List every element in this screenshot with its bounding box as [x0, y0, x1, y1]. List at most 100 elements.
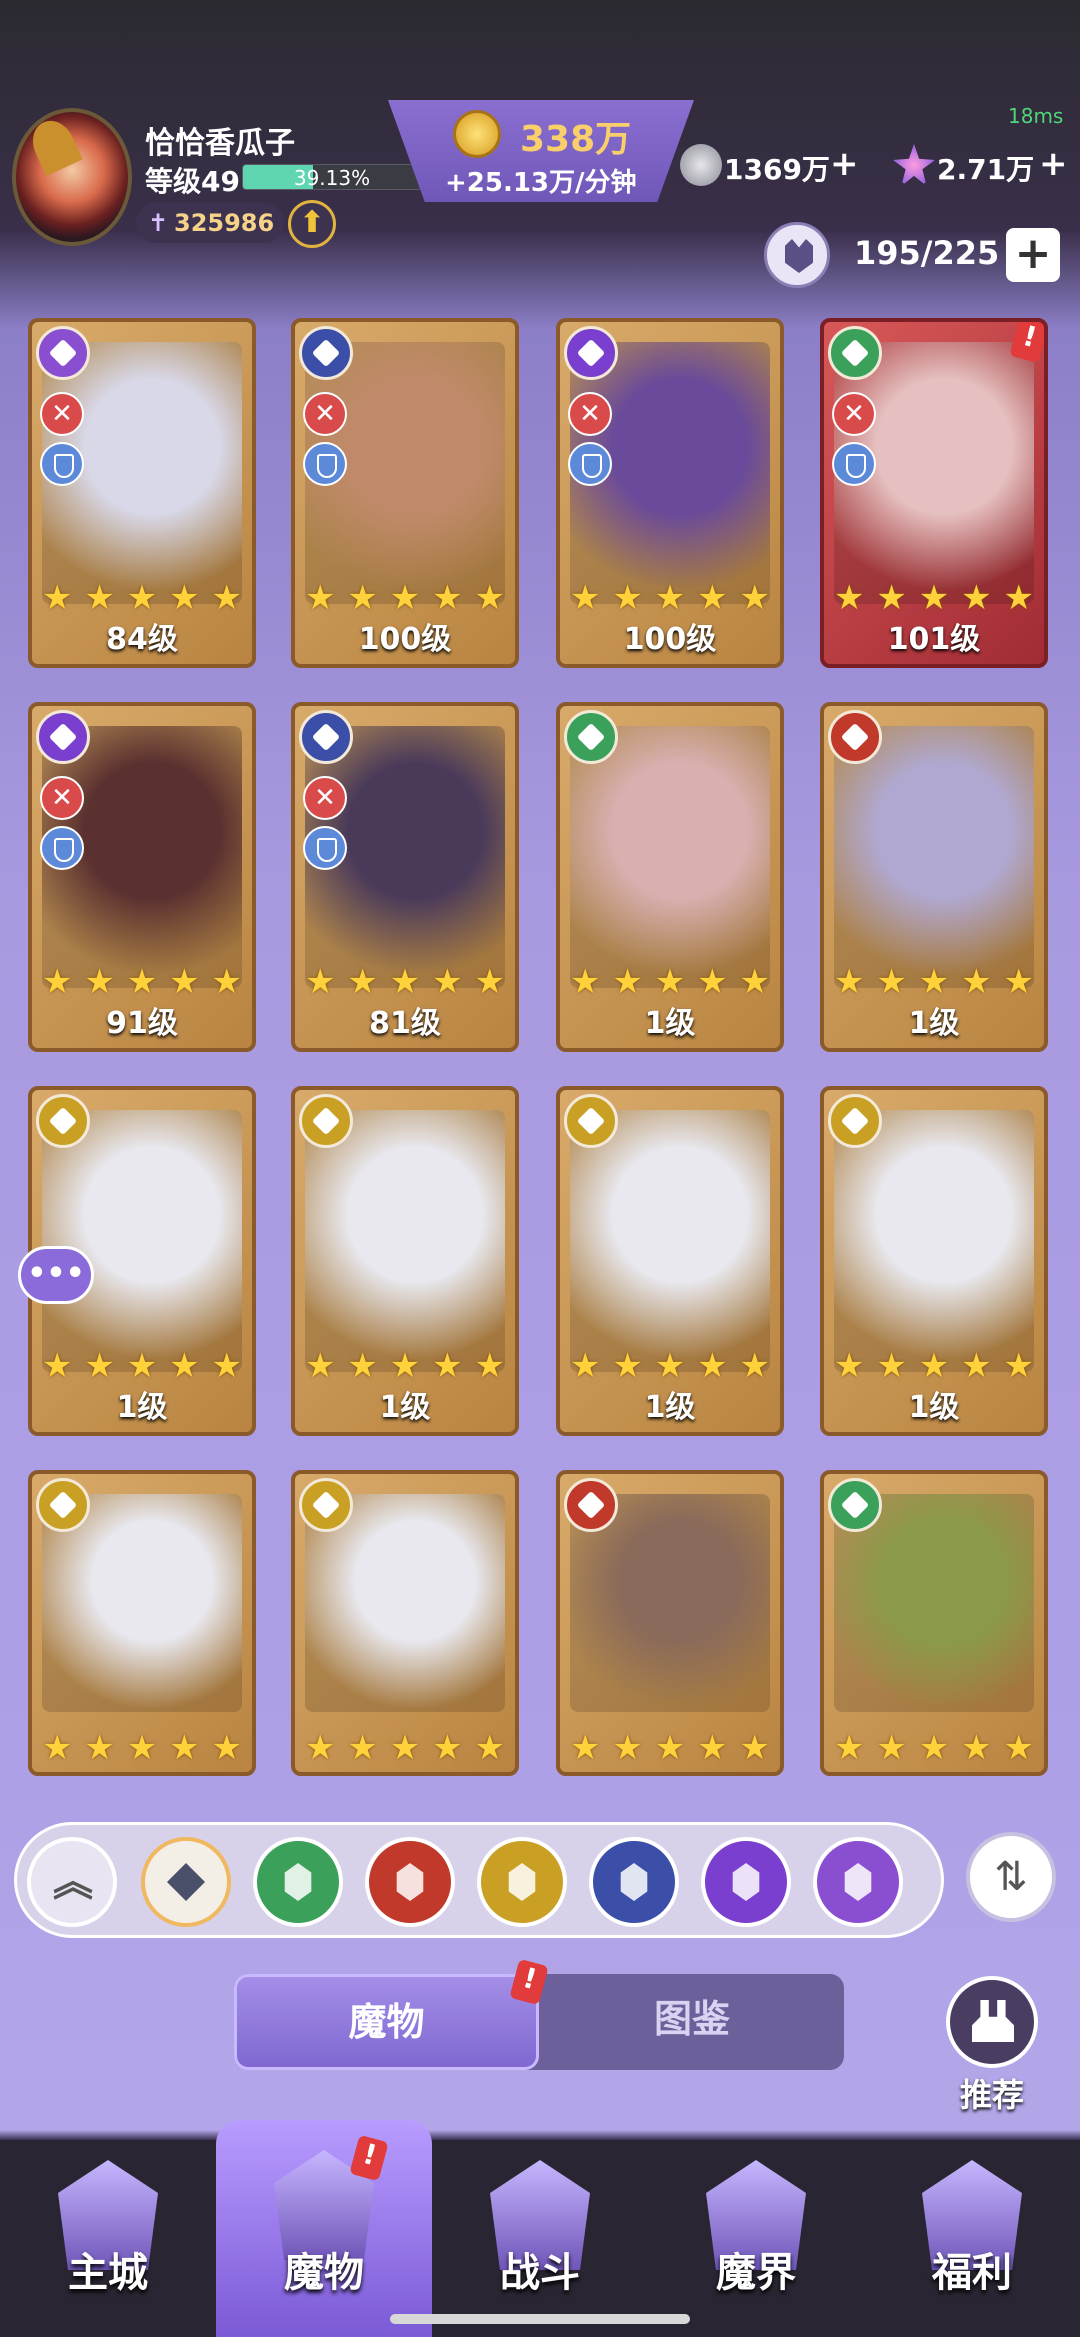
monster-card[interactable]: ★ ★ ★ ★ ★ 1级	[556, 1086, 784, 1436]
star-icon: ★	[876, 962, 907, 1002]
faction-icon	[299, 1094, 353, 1148]
filter-collapse-button[interactable]: ︽	[27, 1837, 117, 1927]
star-icon: ★	[1003, 962, 1034, 1002]
level-up-button[interactable]: ⬆	[288, 200, 336, 248]
add-silver-button[interactable]: +	[830, 144, 859, 184]
star-icon: ★	[876, 1728, 907, 1768]
star-rating: ★ ★ ★ ★ ★	[36, 578, 248, 618]
star-icon: ★	[654, 1728, 686, 1768]
monster-portrait	[305, 1110, 505, 1372]
star-icon: ★	[41, 1346, 73, 1386]
star-icon: ★	[833, 1346, 865, 1386]
attack-role-icon	[832, 392, 876, 436]
xp-percent: 39.13%	[293, 166, 371, 190]
filter-beast-button[interactable]	[589, 1837, 679, 1927]
star-icon: ★	[347, 1728, 378, 1768]
faction-icon	[36, 710, 90, 764]
star-icon: ★	[211, 1346, 242, 1386]
defense-role-icon	[40, 826, 84, 870]
star-icon: ★	[833, 962, 865, 1002]
nav-item-0[interactable]: 主城	[0, 2140, 216, 2337]
filter-arcane-button[interactable]	[813, 1837, 903, 1927]
monster-card[interactable]: ★ ★ ★ ★ ★ 100级	[556, 318, 784, 668]
filter-nature-button[interactable]	[253, 1837, 343, 1927]
nav-label: 战斗	[500, 2250, 580, 2296]
monster-level: 101级	[887, 622, 981, 657]
recommend-label: 推荐	[959, 2076, 1024, 2114]
star-icon: ★	[126, 962, 158, 1002]
filter-time-button[interactable]	[477, 1837, 567, 1927]
monster-capacity-icon	[764, 222, 830, 288]
player-avatar[interactable]	[12, 108, 132, 246]
nav-item-2[interactable]: 战斗	[432, 2140, 648, 2337]
star-icon: ★	[304, 1346, 336, 1386]
filter-all-button[interactable]	[141, 1837, 231, 1927]
home-indicator	[390, 2314, 690, 2324]
star-rating: ★ ★ ★ ★ ★	[828, 1346, 1040, 1386]
monster-card[interactable]: ★ ★ ★ ★ ★	[28, 1470, 256, 1776]
expand-capacity-button[interactable]: +	[1006, 228, 1060, 282]
filter-demon-button[interactable]	[365, 1837, 455, 1927]
star-rating: ★ ★ ★ ★ ★	[299, 578, 511, 618]
star-icon: ★	[169, 1346, 200, 1386]
monster-card[interactable]: ★ ★ ★ ★ ★ 100级	[291, 318, 519, 668]
star-icon: ★	[41, 578, 73, 618]
monster-card[interactable]: ★ ★ ★ ★ ★	[556, 1470, 784, 1776]
attack-role-icon	[40, 392, 84, 436]
monster-card[interactable]: ★ ★ ★ ★ ★ 1级	[556, 702, 784, 1052]
monster-card[interactable]: ★ ★ ★ ★ ★ 84级	[28, 318, 256, 668]
star-icon: ★	[474, 962, 505, 1002]
star-rating: ★ ★ ★ ★ ★	[564, 578, 776, 618]
monster-grid: ★★★★★84级★★★★★100级★★★★★100级★★★★★101级!★★★★…	[28, 318, 1058, 1776]
recommend-button[interactable]	[946, 1976, 1038, 2068]
star-icon: ★	[84, 1346, 115, 1386]
star-rating: ★ ★ ★ ★ ★	[564, 962, 776, 1002]
star-icon: ★	[169, 1728, 200, 1768]
defense-role-icon	[303, 442, 347, 486]
monster-card[interactable]: ★ ★ ★ ★ ★	[291, 1470, 519, 1776]
nav-item-1[interactable]: 魔物	[216, 2120, 432, 2337]
defense-role-icon	[303, 826, 347, 870]
monster-card[interactable]: ★ ★ ★ ★ ★ 91级	[28, 702, 256, 1052]
tab-codex[interactable]: 图鉴	[540, 1974, 844, 2070]
tab-monsters[interactable]: 魔物	[234, 1974, 539, 2070]
star-icon: ★	[876, 578, 907, 618]
star-rating: ★ ★ ★ ★ ★	[564, 1728, 776, 1768]
defense-role-icon	[568, 442, 612, 486]
star-icon: ★	[612, 1346, 643, 1386]
star-rating: ★ ★ ★ ★ ★	[36, 962, 248, 1002]
monster-card[interactable]: ★ ★ ★ ★ ★	[820, 1470, 1048, 1776]
faction-icon	[828, 1478, 882, 1532]
chat-button[interactable]: •••	[18, 1246, 94, 1304]
attack-role-icon	[568, 392, 612, 436]
star-icon: ★	[569, 1728, 601, 1768]
sort-button[interactable]: ⇅	[966, 1832, 1056, 1922]
nav-label: 魔界	[716, 2250, 796, 2296]
monster-portrait	[570, 1110, 770, 1372]
star-icon: ★	[211, 962, 242, 1002]
monster-level: 1级	[908, 1390, 960, 1425]
silver-resource[interactable]: 1369万 +	[680, 144, 859, 190]
star-icon: ★	[569, 1346, 601, 1386]
silver-amount: 1369万	[724, 153, 830, 186]
monster-card[interactable]: ★ ★ ★ ★ ★ 1级	[820, 1086, 1048, 1436]
gem-resource[interactable]: 2.71万 +	[893, 144, 1068, 190]
star-icon: ★	[739, 578, 770, 618]
monster-card[interactable]: ★ ★ ★ ★ ★ 81级	[291, 702, 519, 1052]
faction-icon	[36, 1478, 90, 1532]
star-icon: ★	[833, 578, 865, 618]
star-rating: ★ ★ ★ ★ ★	[36, 1346, 248, 1386]
monster-card[interactable]: ★ ★ ★ ★ ★ 1级	[820, 702, 1048, 1052]
star-rating: ★ ★ ★ ★ ★	[299, 962, 511, 1002]
nav-item-4[interactable]: 福利	[864, 2140, 1080, 2337]
nav-item-3[interactable]: 魔界	[648, 2140, 864, 2337]
add-gems-button[interactable]: +	[1039, 144, 1068, 184]
filter-eye-button[interactable]	[701, 1837, 791, 1927]
monster-card[interactable]: ★ ★ ★ ★ ★ 101级!	[820, 318, 1048, 668]
star-icon: ★	[169, 962, 200, 1002]
star-rating: ★ ★ ★ ★ ★	[299, 1728, 511, 1768]
star-rating: ★ ★ ★ ★ ★	[828, 1728, 1040, 1768]
faction-filter-bar: ︽	[14, 1822, 944, 1938]
star-icon: ★	[697, 578, 728, 618]
monster-card[interactable]: ★ ★ ★ ★ ★ 1级	[291, 1086, 519, 1436]
